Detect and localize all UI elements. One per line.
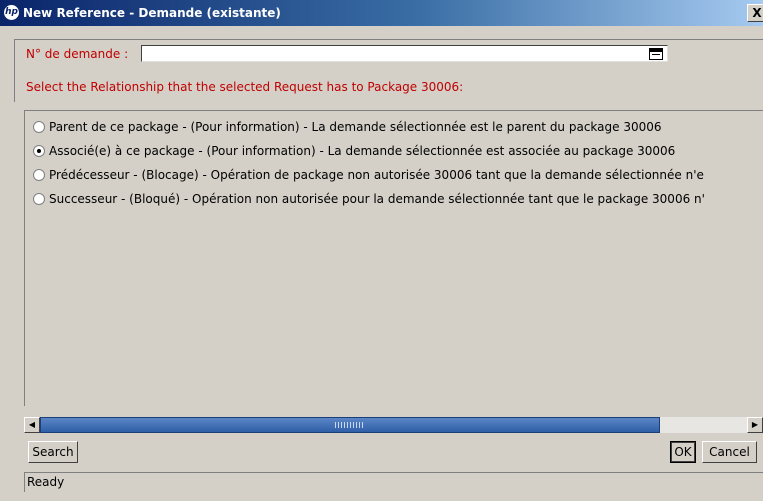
radio-button-selected[interactable]	[33, 145, 45, 157]
radio-button[interactable]	[33, 121, 45, 133]
calendar-icon[interactable]	[649, 48, 663, 60]
radio-button[interactable]	[33, 169, 45, 181]
close-button[interactable]: X	[747, 4, 763, 22]
hp-logo-icon: hp	[4, 5, 19, 20]
relationship-label: Associé(e) à ce package - (Pour informat…	[49, 144, 676, 158]
horizontal-scrollbar[interactable]: ◀ ▶	[24, 417, 763, 433]
ok-button[interactable]: OK	[670, 441, 696, 463]
request-number-label: N° de demande :	[26, 47, 129, 61]
title-bar: hp New Reference - Demande (existante) X	[0, 0, 763, 26]
search-button[interactable]: Search	[28, 441, 78, 463]
scroll-thumb[interactable]	[40, 417, 660, 433]
request-number-input[interactable]	[141, 45, 668, 62]
radio-button[interactable]	[33, 193, 45, 205]
arrow-left-icon[interactable]: ◀	[24, 417, 40, 433]
relationship-list: Parent de ce package - (Pour information…	[24, 110, 763, 406]
relationship-label: Parent de ce package - (Pour information…	[49, 120, 662, 134]
relationship-label: Successeur - (Bloqué) - Opération non au…	[49, 192, 705, 206]
relationship-label: Prédécesseur - (Blocage) - Opération de …	[49, 168, 704, 182]
cancel-button[interactable]: Cancel	[702, 441, 757, 463]
window-title: New Reference - Demande (existante)	[23, 6, 281, 20]
relationship-prompt: Select the Relationship that the selecte…	[26, 80, 464, 94]
grip-icon	[335, 422, 365, 428]
status-bar: Ready	[24, 472, 763, 492]
arrow-right-icon[interactable]: ▶	[747, 417, 763, 433]
